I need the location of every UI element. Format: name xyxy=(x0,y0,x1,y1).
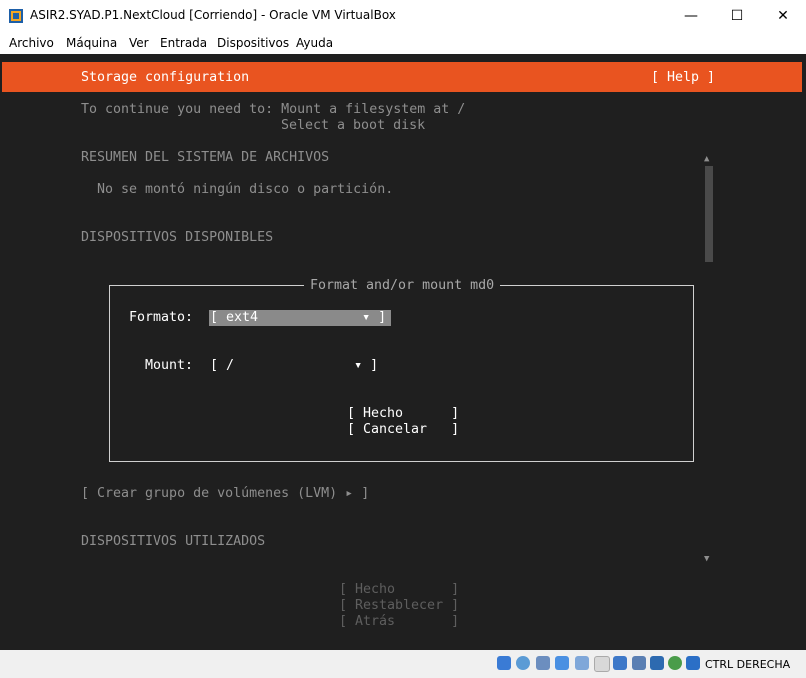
shared-folder-icon[interactable] xyxy=(594,656,610,672)
fs-summary-heading: RESUMEN DEL SISTEMA DE ARCHIVOS xyxy=(81,150,330,165)
menu-bar xyxy=(0,32,806,55)
help-button[interactable]: [ Help ] xyxy=(651,70,715,86)
window-title: ASIR2.SYAD.P1.NextCloud [Corriendo] - Or… xyxy=(30,8,396,22)
video-capture-icon[interactable] xyxy=(632,656,646,670)
network-icon[interactable] xyxy=(555,656,569,670)
virtualization-icon xyxy=(650,656,664,670)
notice-line-1: To continue you need to: Mount a filesys… xyxy=(81,102,466,117)
maximize-button[interactable]: ☐ xyxy=(714,0,760,32)
optical-drive-icon[interactable] xyxy=(516,656,530,670)
menu-ver[interactable]: Ver xyxy=(129,36,149,50)
virtualbox-app-icon xyxy=(9,9,23,23)
host-key-label: CTRL DERECHA xyxy=(705,658,791,671)
menu-archivo[interactable]: Archivo xyxy=(9,36,54,50)
hard-disk-icon[interactable] xyxy=(497,656,511,670)
close-button[interactable]: ✕ xyxy=(760,0,806,32)
dialog-title: Format and/or mount md0 xyxy=(304,278,501,294)
scroll-down-arrow[interactable]: ▼ xyxy=(704,551,709,567)
notice-line-2: Select a boot disk xyxy=(281,118,426,133)
mount-select[interactable]: [ / ▾ ] xyxy=(210,358,378,374)
format-label: Formato: xyxy=(129,310,194,325)
menu-entrada[interactable]: Entrada xyxy=(160,36,207,50)
menu-maquina[interactable]: Máquina xyxy=(66,36,117,50)
audio-icon[interactable] xyxy=(536,656,550,670)
mouse-integration-icon[interactable] xyxy=(686,656,700,670)
dialog-cancel-button[interactable]: [ Cancelar ] xyxy=(347,422,459,438)
scrollbar-thumb[interactable] xyxy=(705,166,713,262)
format-select[interactable]: [ ext4 ▾ ] xyxy=(210,310,386,326)
scroll-up-arrow[interactable]: ▲ xyxy=(704,151,709,167)
display-icon[interactable] xyxy=(613,656,627,670)
minimize-button[interactable]: — xyxy=(668,0,714,32)
usb-icon[interactable] xyxy=(575,656,589,670)
mount-label: Mount: xyxy=(145,358,194,373)
footer-done-button[interactable]: [ Hecho ] xyxy=(339,582,459,598)
cpu-icon xyxy=(668,656,682,670)
menu-dispositivos[interactable]: Dispositivos xyxy=(217,36,289,50)
used-devices-heading: DISPOSITIVOS UTILIZADOS xyxy=(81,534,266,549)
create-lvm-button[interactable]: [ Crear grupo de volúmenes (LVM) ▸ ] xyxy=(81,486,369,502)
menu-ayuda[interactable]: Ayuda xyxy=(296,36,333,50)
fs-summary-empty: No se montó ningún disco o partición. xyxy=(97,182,394,197)
footer-reset-button[interactable]: [ Restablecer ] xyxy=(339,598,459,614)
installer-title: Storage configuration xyxy=(81,70,250,85)
available-devices-heading: DISPOSITIVOS DISPONIBLES xyxy=(81,230,274,245)
dialog-done-button[interactable]: [ Hecho ] xyxy=(347,406,459,422)
footer-back-button[interactable]: [ Atrás ] xyxy=(339,614,459,630)
